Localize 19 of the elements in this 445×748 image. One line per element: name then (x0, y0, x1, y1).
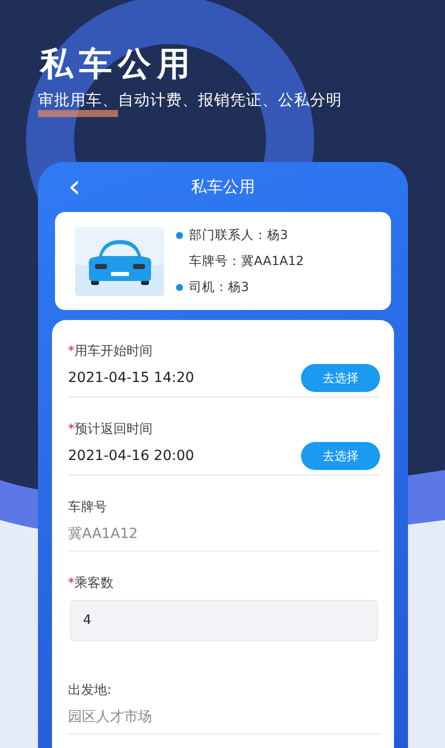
field-value: 2021-04-15 14:20 (68, 369, 194, 388)
detail-text: 司机：杨3 (189, 278, 249, 296)
field-value: 2021-04-16 20:00 (68, 447, 194, 466)
back-icon[interactable]: ‹ (68, 168, 81, 204)
field-label: *乘客数 (68, 575, 114, 593)
field-label: *用车开始时间 (68, 343, 154, 361)
detail-text: 车牌号：冀AA1A12 (189, 252, 304, 270)
screen-title: 私车公用 (191, 176, 255, 198)
field-label: 出发地: (68, 682, 112, 700)
field-label: 车牌号 (68, 499, 108, 517)
field-label: *预计返回时间 (68, 421, 154, 439)
field-value: 园区人才市场 (68, 708, 153, 727)
input-field[interactable]: 4 (70, 600, 378, 641)
tagline: 审批用车、自动计费、报销凭证、公私分明 (38, 90, 342, 110)
select-button[interactable]: 去选择 (301, 442, 380, 470)
field-value: 冀AA1A12 (68, 525, 139, 544)
detail-text: 部门联系人：杨3 (189, 226, 288, 244)
headline: 私车公用 (40, 44, 196, 84)
select-button[interactable]: 去选择 (301, 364, 380, 392)
